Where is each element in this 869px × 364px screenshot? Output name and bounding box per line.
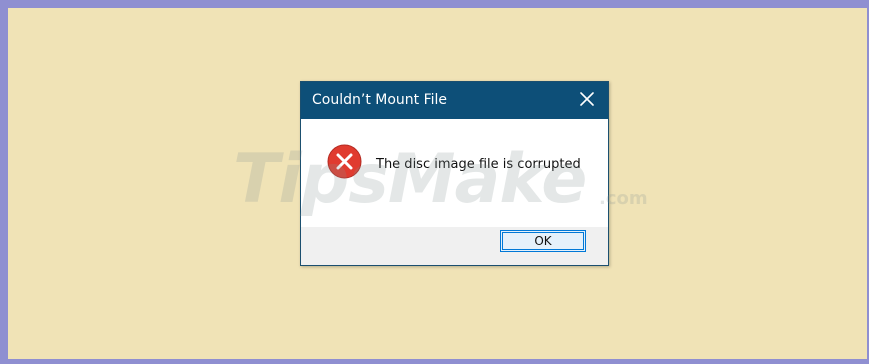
error-dialog: Couldn’t Mount File The disc image file … [300, 81, 609, 266]
dialog-body: The disc image file is corrupted [301, 119, 608, 227]
dialog-title: Couldn’t Mount File [312, 92, 448, 108]
close-button[interactable] [566, 82, 608, 119]
error-message: The disc image file is corrupted [376, 157, 581, 172]
error-icon [327, 144, 362, 179]
ok-button[interactable]: OK [500, 230, 586, 252]
dialog-footer: OK [301, 227, 608, 265]
close-icon [580, 91, 594, 110]
dialog-titlebar: Couldn’t Mount File [301, 82, 608, 119]
